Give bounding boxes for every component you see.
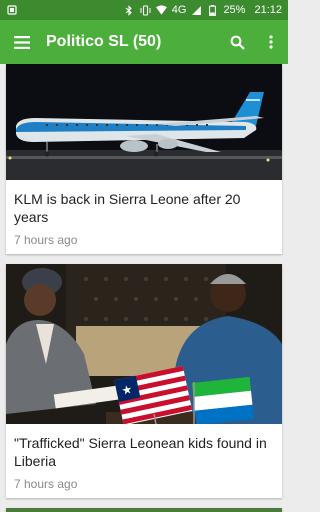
article-image-partial	[6, 508, 282, 512]
bluetooth-icon	[124, 4, 135, 16]
more-vert-icon[interactable]	[254, 20, 288, 64]
article-card[interactable]	[6, 508, 282, 512]
article-card[interactable]: KLM is back in Sierra Leone after 20 yea…	[6, 64, 282, 254]
article-image-klm-airplane	[6, 64, 282, 180]
status-bar: 4G 25% 21:12	[0, 0, 288, 20]
article-headline[interactable]: KLM is back in Sierra Leone after 20 yea…	[6, 190, 282, 226]
notification-icon	[6, 5, 17, 16]
clock: 21:12	[254, 4, 282, 16]
article-time: 7 hours ago	[14, 477, 78, 491]
battery-icon	[207, 4, 218, 16]
article-image-presidents-meeting: ★	[6, 264, 282, 424]
app-title: Politico SL (50)	[46, 33, 162, 50]
battery-percent: 25%	[223, 4, 246, 16]
wifi-icon	[155, 5, 167, 16]
article-card[interactable]: ★ "Trafficked" Sierra Leonean kids found…	[6, 264, 282, 498]
article-time: 7 hours ago	[14, 233, 78, 247]
signal-icon	[191, 5, 202, 16]
network-type: 4G	[171, 4, 187, 16]
article-headline[interactable]: "Trafficked" Sierra Leonean kids found i…	[6, 434, 282, 470]
app-bar: Politico SL (50)	[0, 20, 288, 64]
vibrate-icon	[140, 4, 151, 16]
search-icon[interactable]	[220, 20, 254, 64]
menu-icon[interactable]	[0, 20, 44, 64]
article-feed[interactable]: KLM is back in Sierra Leone after 20 yea…	[0, 64, 288, 512]
